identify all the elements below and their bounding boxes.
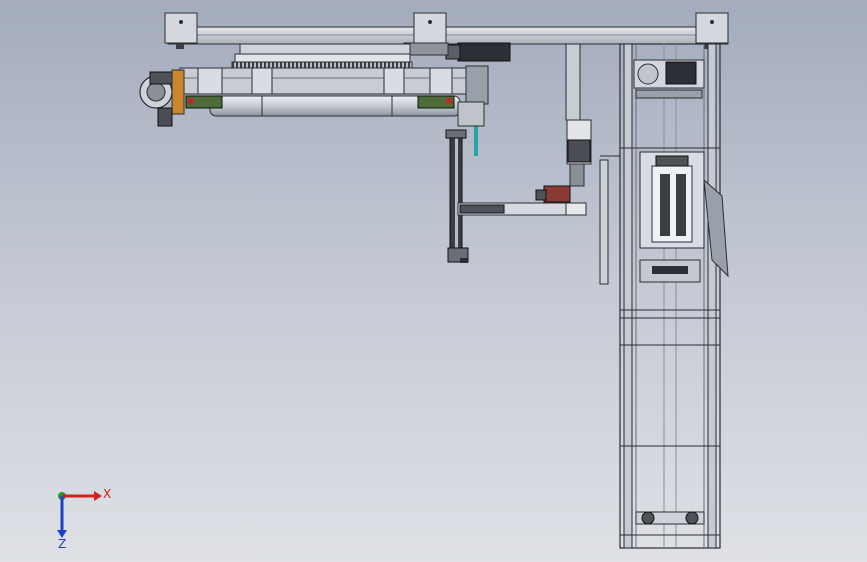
orientation-triad: X Z: [57, 487, 111, 550]
vertical-guide-rail[interactable]: [445, 129, 469, 263]
left-drum-motor[interactable]: [139, 69, 185, 127]
right-tower-frame[interactable]: [619, 43, 729, 549]
tower-side-rail[interactable]: [599, 155, 620, 285]
x-axis-arrow: [94, 491, 102, 501]
horizontal-arm[interactable]: [457, 185, 587, 216]
cad-viewport[interactable]: X Z: [0, 0, 867, 562]
cad-model-drawing[interactable]: [0, 0, 867, 562]
beam-drive-motor[interactable]: [403, 42, 511, 62]
vertical-column[interactable]: [565, 43, 592, 187]
z-axis-label: Z: [58, 537, 66, 550]
x-axis-label: X: [103, 487, 111, 501]
